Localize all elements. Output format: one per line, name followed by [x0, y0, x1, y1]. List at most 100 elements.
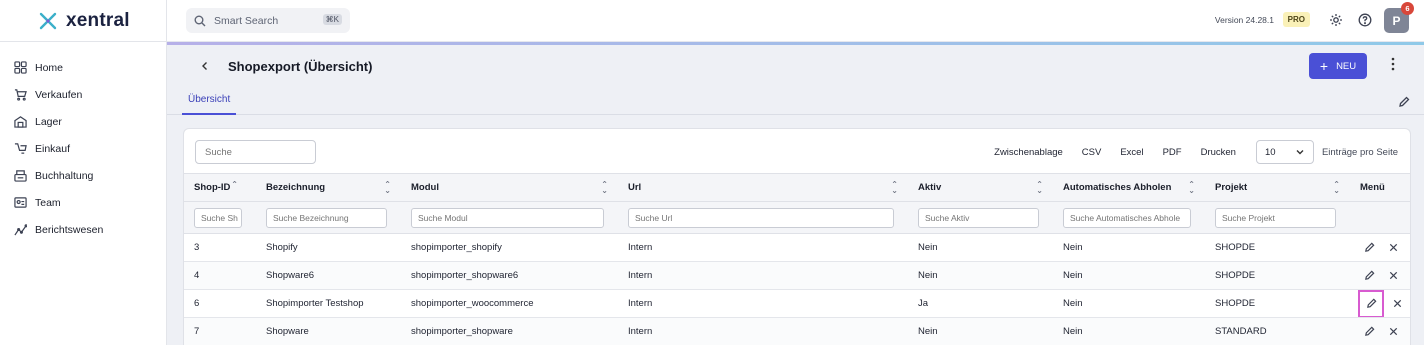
- sort-asc-icon: ⌃: [231, 180, 238, 189]
- sidebar: xentral Home Verkaufen Lager Einkauf Buc…: [0, 0, 167, 345]
- column-header-modul[interactable]: Modul ⌃ ⌄: [401, 173, 618, 202]
- cell-modul: shopimporter_shopify: [401, 233, 618, 262]
- csv-button[interactable]: CSV: [1082, 147, 1102, 158]
- table-search-input[interactable]: [195, 140, 316, 164]
- pdf-button[interactable]: PDF: [1163, 147, 1182, 158]
- cell-menu: [1350, 261, 1410, 290]
- cell-aktiv: Ja: [908, 289, 1053, 318]
- logo[interactable]: xentral: [0, 0, 166, 42]
- column-header-aktiv[interactable]: Aktiv ⌃ ⌄: [908, 173, 1053, 202]
- register-icon: [14, 170, 27, 182]
- sidebar-item-label: Home: [35, 61, 64, 74]
- cart-icon: [14, 89, 27, 101]
- sidebar-item-berichtswesen[interactable]: Berichtswesen: [0, 216, 166, 243]
- settings-button[interactable]: [1329, 13, 1343, 27]
- shortcut-badge: ⌘K: [322, 14, 342, 25]
- cell-bezeichnung: Shopify: [256, 233, 401, 262]
- cell-url: Intern: [618, 317, 908, 345]
- column-header-url[interactable]: Url ⌃ ⌄: [618, 173, 908, 202]
- column-header-shop-id[interactable]: Shop-ID ⌃: [184, 173, 256, 202]
- help-button[interactable]: [1358, 13, 1372, 27]
- brand-name: xentral: [66, 9, 130, 31]
- column-header-auto-abholen[interactable]: Automatisches Abholen ⌃ ⌄: [1053, 173, 1205, 202]
- column-header-bezeichnung[interactable]: Bezeichnung ⌃ ⌄: [256, 173, 401, 202]
- avatar-initial: P: [1392, 13, 1401, 28]
- cell-aktiv: Nein: [908, 261, 1053, 290]
- cell-url: Intern: [618, 261, 908, 290]
- clipboard-button[interactable]: Zwischenablage: [994, 147, 1063, 158]
- cell-auto-abholen: Nein: [1053, 317, 1205, 345]
- edit-row-button[interactable]: [1360, 323, 1378, 341]
- cell-shop-id: 4: [184, 261, 256, 290]
- filter-auto-abholen[interactable]: [1063, 207, 1191, 228]
- plan-badge: PRO: [1282, 12, 1310, 27]
- filter-projekt[interactable]: [1215, 207, 1336, 228]
- table-card: Zwischenablage CSV Excel PDF Drucken 10 …: [183, 128, 1411, 345]
- delete-row-button[interactable]: [1384, 239, 1402, 257]
- cell-aktiv: Nein: [908, 233, 1053, 262]
- help-icon: [1358, 13, 1372, 27]
- smart-search[interactable]: Smart Search ⌘K: [186, 8, 350, 33]
- pencil-icon: [1364, 242, 1374, 252]
- delete-row-button[interactable]: [1384, 323, 1402, 341]
- grid-icon: [14, 61, 27, 74]
- new-button[interactable]: + NEU: [1309, 53, 1367, 79]
- sidebar-item-label: Lager: [35, 115, 62, 128]
- cell-projekt: SHOPDE: [1205, 289, 1350, 318]
- sidebar-item-einkauf[interactable]: Einkauf: [0, 135, 166, 162]
- filter-url[interactable]: [628, 207, 894, 228]
- column-header-projekt[interactable]: Projekt ⌃ ⌄: [1205, 173, 1350, 202]
- notification-badge: 6: [1401, 2, 1414, 15]
- cell-bezeichnung: Shopimporter Testshop: [256, 289, 401, 318]
- cell-menu: [1350, 289, 1410, 318]
- sidebar-item-label: Verkaufen: [35, 88, 83, 101]
- back-button[interactable]: [200, 59, 210, 74]
- sidebar-item-label: Team: [35, 196, 61, 209]
- cell-bezeichnung: Shopware: [256, 317, 401, 345]
- sidebar-item-lager[interactable]: Lager: [0, 108, 166, 135]
- sidebar-item-buchhaltung[interactable]: Buchhaltung: [0, 162, 166, 189]
- page-header: Shopexport (Übersicht) + NEU Übersicht: [167, 45, 1424, 115]
- edit-page-button[interactable]: [1398, 96, 1410, 111]
- plus-icon: +: [1319, 58, 1329, 74]
- delete-row-button[interactable]: [1384, 267, 1402, 285]
- page-size-label: Einträge pro Seite: [1321, 146, 1398, 158]
- filter-row: [184, 201, 1410, 234]
- chevron-left-icon: [202, 62, 207, 70]
- sort-icon: ⌃ ⌄: [1036, 180, 1043, 195]
- sidebar-nav: Home Verkaufen Lager Einkauf Buchhaltung…: [0, 42, 166, 243]
- cell-bezeichnung: Shopware6: [256, 261, 401, 290]
- sidebar-item-label: Einkauf: [35, 142, 71, 155]
- filter-aktiv[interactable]: [918, 207, 1039, 228]
- pencil-icon: [1364, 326, 1374, 336]
- cell-menu: [1350, 233, 1410, 262]
- pencil-icon: [1399, 96, 1410, 107]
- excel-button[interactable]: Excel: [1120, 147, 1143, 158]
- new-button-label: NEU: [1336, 60, 1357, 72]
- table-row: 4 Shopware6 shopimporter_shopware6 Inter…: [184, 261, 1410, 290]
- edit-row-button[interactable]: [1360, 267, 1378, 285]
- tab-uebersicht[interactable]: Übersicht: [182, 94, 237, 115]
- print-button[interactable]: Drucken: [1201, 147, 1236, 158]
- sidebar-item-team[interactable]: Team: [0, 189, 166, 216]
- filter-modul[interactable]: [411, 207, 604, 228]
- page-size-select[interactable]: 10: [1255, 140, 1314, 164]
- search-icon: [194, 15, 206, 26]
- close-icon: [1389, 271, 1397, 280]
- sort-icon: ⌃ ⌄: [384, 180, 391, 195]
- pencil-icon: [1366, 298, 1376, 308]
- avatar[interactable]: P 6: [1384, 2, 1414, 33]
- sidebar-item-home[interactable]: Home: [0, 54, 166, 81]
- pencil-icon: [1364, 270, 1374, 280]
- edit-row-button[interactable]: [1358, 289, 1384, 317]
- delete-row-button[interactable]: [1388, 295, 1406, 313]
- sidebar-item-verkaufen[interactable]: Verkaufen: [0, 81, 166, 108]
- filter-bezeichnung[interactable]: [266, 207, 387, 228]
- close-icon: [1389, 327, 1397, 336]
- filter-shop-id[interactable]: [194, 207, 242, 228]
- edit-row-button[interactable]: [1360, 239, 1378, 257]
- sidebar-item-label: Buchhaltung: [35, 169, 94, 182]
- more-options-button[interactable]: [1390, 57, 1396, 71]
- sort-icon: ⌃ ⌄: [1333, 180, 1340, 195]
- smart-search-placeholder: Smart Search: [214, 14, 279, 27]
